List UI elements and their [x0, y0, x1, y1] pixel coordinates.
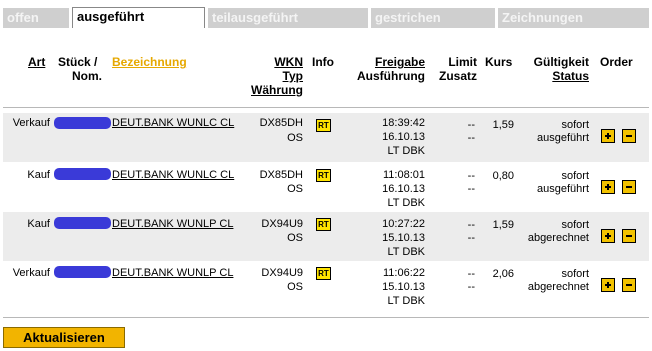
row-zusatz: --: [467, 132, 475, 144]
row-status: abgerechnet: [527, 281, 589, 293]
row-date: 15.10.13: [382, 281, 425, 293]
plus-icon[interactable]: [601, 180, 615, 194]
row-limit: --: [467, 119, 475, 131]
tab-offen[interactable]: offen: [3, 8, 69, 28]
row-time: 11:08:01: [382, 169, 425, 181]
header-typ[interactable]: Typ: [243, 69, 303, 84]
row-gueltigkeit: sofort: [561, 119, 589, 131]
plus-icon[interactable]: [601, 129, 615, 143]
row-typ: OS: [287, 132, 303, 144]
minus-icon[interactable]: [622, 229, 636, 243]
row-venue: LT DBK: [387, 145, 426, 157]
row-wkn: DX85DH: [259, 117, 303, 129]
row-date: 16.10.13: [382, 183, 425, 195]
realtime-info-icon[interactable]: RT: [316, 218, 331, 231]
row-wkn: DX94U9: [261, 218, 303, 230]
header-stueck: Stück /: [58, 55, 98, 69]
redacted-quantity: [54, 168, 111, 180]
row-limit: --: [467, 170, 475, 182]
row-art: Verkauf: [12, 117, 50, 129]
row-zusatz: --: [467, 183, 475, 195]
row-limit: --: [467, 268, 475, 280]
redacted-quantity: [54, 117, 111, 129]
row-kurs: 0,80: [492, 170, 514, 182]
minus-icon[interactable]: [622, 129, 636, 143]
row-zusatz: --: [467, 232, 475, 244]
header-bezeichnung[interactable]: Bezeichnung: [112, 55, 187, 70]
table-row: Kauf DEUT.BANK WUNLP CL DX94U9 OS RT 10:…: [3, 212, 649, 261]
row-kurs: 1,59: [492, 219, 514, 231]
row-zusatz: --: [467, 281, 475, 293]
row-time: 18:39:42: [382, 117, 425, 129]
header-gueltigkeit: Gültigkeit: [533, 55, 589, 69]
header-kurs: Kurs: [485, 55, 513, 69]
header-waehrung[interactable]: Währung: [233, 83, 303, 98]
row-venue: LT DBK: [387, 197, 426, 209]
security-name-link[interactable]: DEUT.BANK WUNLP CL: [112, 267, 233, 279]
security-name-link[interactable]: DEUT.BANK WUNLP CL: [112, 218, 233, 230]
tab-ausgefuehrt[interactable]: ausgeführt: [72, 7, 205, 28]
realtime-info-icon[interactable]: RT: [316, 119, 331, 132]
plus-icon[interactable]: [601, 278, 615, 292]
header-ausfuehrung: Ausführung: [357, 69, 425, 83]
header-status[interactable]: Status: [520, 69, 589, 84]
table-row: Kauf DEUT.BANK WUNLC CL DX85DH OS RT 11:…: [3, 162, 649, 211]
row-kurs: 1,59: [492, 119, 514, 131]
redacted-quantity: [54, 217, 111, 229]
row-time: 10:27:22: [382, 218, 425, 230]
table-row: Verkauf DEUT.BANK WUNLC CL DX85DH OS RT …: [3, 113, 649, 162]
row-gueltigkeit: sofort: [561, 268, 589, 280]
header-order: Order: [600, 55, 633, 69]
row-venue: LT DBK: [387, 246, 426, 258]
security-name-link[interactable]: DEUT.BANK WUNLC CL: [112, 117, 234, 129]
header-info: Info: [312, 55, 334, 69]
header-limit: Limit: [448, 55, 477, 69]
row-limit: --: [467, 219, 475, 231]
row-gueltigkeit: sofort: [561, 219, 589, 231]
header-freigabe[interactable]: Freigabe: [345, 55, 425, 70]
table-bottom-divider: [3, 317, 649, 318]
row-wkn: DX85DH: [259, 169, 303, 181]
row-status: ausgeführt: [537, 183, 589, 195]
header-divider: [3, 107, 649, 108]
row-gueltigkeit: sofort: [561, 170, 589, 182]
row-status: abgerechnet: [527, 232, 589, 244]
header-nom: Nom.: [72, 69, 102, 83]
header-art[interactable]: Art: [28, 55, 45, 70]
header-wkn[interactable]: WKN: [243, 55, 303, 70]
table-row: Verkauf DEUT.BANK WUNLP CL DX94U9 OS RT …: [3, 261, 649, 310]
row-time: 11:06:22: [382, 267, 425, 279]
row-art: Kauf: [27, 169, 50, 181]
row-typ: OS: [287, 232, 303, 244]
tab-teilausgefuehrt[interactable]: teilausgeführt: [208, 8, 368, 28]
row-date: 16.10.13: [382, 131, 425, 143]
row-art: Kauf: [27, 218, 50, 230]
row-art: Verkauf: [12, 267, 50, 279]
row-date: 15.10.13: [382, 232, 425, 244]
realtime-info-icon[interactable]: RT: [316, 169, 331, 182]
minus-icon[interactable]: [622, 278, 636, 292]
row-status: ausgeführt: [537, 132, 589, 144]
order-status-tabs: offen ausgeführt teilausgeführt gestrich…: [3, 7, 649, 28]
realtime-info-icon[interactable]: RT: [316, 267, 331, 280]
header-zusatz: Zusatz: [438, 69, 477, 83]
row-wkn: DX94U9: [261, 267, 303, 279]
plus-icon[interactable]: [601, 229, 615, 243]
tab-zeichnungen[interactable]: Zeichnungen: [498, 8, 649, 28]
row-kurs: 2,06: [492, 268, 514, 280]
security-name-link[interactable]: DEUT.BANK WUNLC CL: [112, 169, 234, 181]
row-venue: LT DBK: [387, 295, 426, 307]
redacted-quantity: [54, 266, 111, 278]
minus-icon[interactable]: [622, 180, 636, 194]
row-typ: OS: [287, 183, 303, 195]
refresh-button[interactable]: Aktualisieren: [3, 327, 125, 348]
tab-gestrichen[interactable]: gestrichen: [371, 8, 495, 28]
row-typ: OS: [287, 281, 303, 293]
